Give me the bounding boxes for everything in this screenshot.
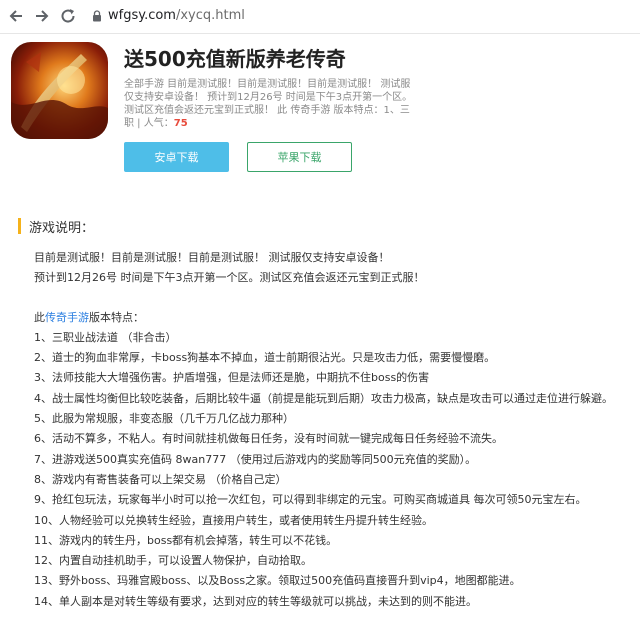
feature-item: 5、此服为常规服，非变态服（几千万几亿战力那种） — [34, 412, 294, 426]
game-logo-image — [11, 42, 108, 139]
feature-item: 3、法师技能大大增强伤害。护盾增强，但是法师还是脆，中期抗不住boss的伤害 — [34, 371, 430, 385]
section-title: 游戏说明： — [29, 221, 95, 236]
app-title: 送500充值新版养老传奇 — [124, 47, 346, 71]
feature-item: 11、游戏内的转生丹，boss都有机会掉落，转生可以不花钱。 — [34, 533, 338, 547]
back-arrow-icon[interactable] — [6, 6, 26, 26]
features-link[interactable]: 传奇手游 — [45, 311, 89, 324]
intro-line: 预计到12月26号 时间是下午3点开第一个区。测试区充值会返还元宝到正式服！ — [34, 271, 425, 285]
game-description: 目前是测试服！目前是测试服！目前是测试服！ 测试服仅支持安卓设备！ 预计到12月… — [34, 248, 634, 612]
feature-item: 8、游戏内有寄售装备可以上架交易 （价格自己定） — [34, 472, 287, 486]
feature-item: 7、进游戏送500真实充值码 8wan777 （使用过后游戏内的奖励等同500元… — [34, 452, 477, 466]
lock-icon[interactable] — [92, 10, 102, 22]
android-download-button[interactable]: 安卓下载 — [124, 142, 229, 172]
feature-item: 6、活动不算多，不粘人。有时间就挂机做每日任务，没有时间就一键完成每日任务经验不… — [34, 432, 503, 446]
browser-toolbar: wfgsy.com/xycq.html — [0, 0, 640, 34]
feature-item: 13、野外boss、玛雅宫殿boss、以及Boss之家。领取过500充值码直接晋… — [34, 574, 521, 588]
feature-item: 9、抢红包玩法，玩家每半小时可以抢一次红包，可以得到非绑定的元宝。可购买商城道具… — [34, 493, 587, 507]
features-prefix: 此 — [34, 310, 45, 324]
address-bar[interactable]: wfgsy.com/xycq.html — [108, 8, 245, 23]
feature-item: 1、三职业战法道 （非合击） — [34, 330, 177, 344]
apple-download-button[interactable]: 苹果下载 — [247, 142, 352, 172]
url-host: wfgsy.com — [108, 8, 176, 23]
section-accent-bar — [18, 218, 21, 234]
reload-icon[interactable] — [58, 6, 78, 26]
feature-item: 14、单人副本是对转生等级有要求，达到对应的转生等级就可以挑战，未达到的则不能进… — [34, 594, 477, 608]
feature-item: 4、战士属性均衡但比较吃装备，后期比较牛逼（前提是能玩到后期）攻击力极高，缺点是… — [34, 391, 613, 405]
feature-item: 10、人物经验可以兑换转生经验，直接用户转生，或者使用转生丹提升转生经验。 — [34, 513, 433, 527]
app-description-text: 全部手游 目前是测试服！目前是测试服！目前是测试服！ 测试服仅支持安卓设备！ 预… — [124, 79, 413, 129]
features-suffix: 版本特点： — [89, 310, 144, 324]
url-path: /xycq.html — [175, 8, 245, 23]
app-description: 全部手游 目前是测试服！目前是测试服！目前是测试服！ 测试服仅支持安卓设备！ 预… — [124, 78, 414, 130]
popularity-value: 75 — [173, 118, 188, 129]
features-heading: 此传奇手游版本特点： — [34, 308, 634, 328]
forward-arrow-icon[interactable] — [32, 6, 52, 26]
feature-item: 2、道士的狗血非常厚，卡boss狗基本不掉血，道士前期很沾光。只是攻击力低，需要… — [34, 351, 496, 365]
feature-item: 12、内置自动挂机助手，可以设置人物保护，自动拾取。 — [34, 554, 312, 568]
app-icon — [11, 42, 108, 139]
intro-line: 目前是测试服！目前是测试服！目前是测试服！ 测试服仅支持安卓设备！ — [34, 251, 390, 264]
